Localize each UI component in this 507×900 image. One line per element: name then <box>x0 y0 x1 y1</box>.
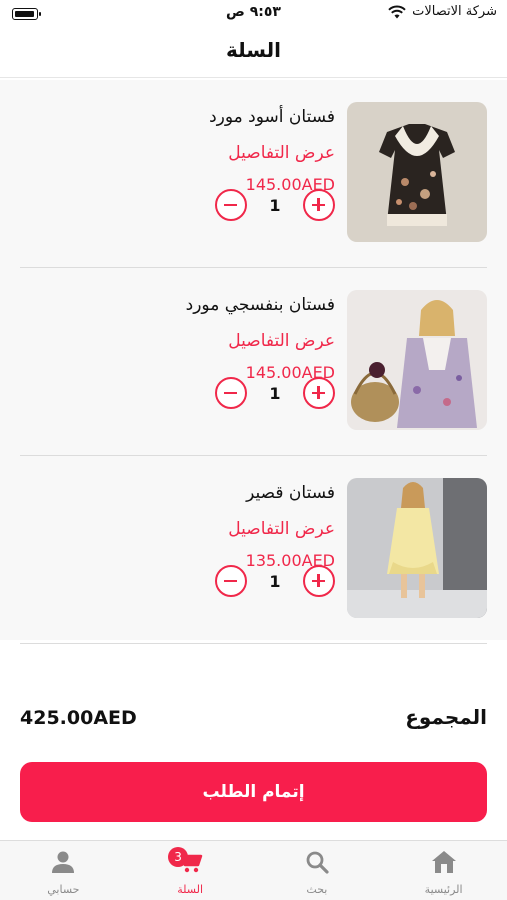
increase-quantity-button[interactable] <box>303 189 335 221</box>
order-total: المجموع 425.00AED <box>20 705 487 737</box>
total-label: المجموع <box>405 705 487 729</box>
wifi-icon <box>388 5 406 18</box>
tab-home[interactable]: الرئيسية <box>380 841 507 900</box>
decrease-quantity-button[interactable] <box>215 565 247 597</box>
item-name: فستان بنفسجي مورد <box>185 295 335 315</box>
minus-icon <box>224 391 237 394</box>
view-details-link[interactable]: عرض التفاصيل <box>35 330 335 352</box>
total-value: 425.00AED <box>20 707 137 729</box>
item-name: فستان أسود مورد <box>209 107 335 127</box>
item-info: فستان بنفسجي مورد عرض التفاصيل 145.00AED <box>35 294 335 384</box>
tab-cart[interactable]: 3 السلة <box>127 841 254 900</box>
quantity-stepper: 1 <box>215 564 335 598</box>
quantity-value: 1 <box>269 195 281 215</box>
minus-icon <box>224 579 237 582</box>
quantity-stepper: 1 <box>215 376 335 410</box>
cart-count-badge: 3 <box>168 847 189 867</box>
increase-quantity-button[interactable] <box>303 565 335 597</box>
quantity-value: 1 <box>269 383 281 403</box>
cart-item: فستان قصير عرض التفاصيل 135.00AED 1 <box>20 456 487 644</box>
tab-label: الرئيسية <box>424 883 463 896</box>
item-info: فستان قصير عرض التفاصيل 135.00AED <box>35 482 335 572</box>
tab-label: حسابي <box>47 883 80 896</box>
app-header: السلة <box>0 30 507 78</box>
quantity-stepper: 1 <box>215 188 335 222</box>
tab-account[interactable]: حسابي <box>0 841 127 900</box>
status-bar: ٩:٥٣ ص شركة الاتصالات <box>0 0 507 30</box>
cart-list[interactable]: فستان أسود مورد عرض التفاصيل 145.00AED 1 <box>0 80 507 644</box>
item-info: فستان أسود مورد عرض التفاصيل 145.00AED <box>35 106 335 196</box>
checkout-button[interactable]: إتمام الطلب <box>20 762 487 822</box>
tab-bar: حسابي 3 السلة بحث الرئيسية <box>0 840 507 900</box>
item-name: فستان قصير <box>246 483 335 503</box>
quantity-value: 1 <box>269 571 281 591</box>
search-icon <box>306 851 329 874</box>
status-carrier: شركة الاتصالات <box>388 4 497 19</box>
user-icon <box>52 851 75 873</box>
product-image[interactable] <box>347 102 487 242</box>
view-details-link[interactable]: عرض التفاصيل <box>35 518 335 540</box>
home-icon <box>431 851 456 873</box>
tab-search[interactable]: بحث <box>254 841 381 900</box>
page-title: السلة <box>225 38 281 62</box>
view-details-link[interactable]: عرض التفاصيل <box>35 142 335 164</box>
tab-label: السلة <box>177 883 203 896</box>
minus-icon <box>224 203 237 206</box>
decrease-quantity-button[interactable] <box>215 189 247 221</box>
decrease-quantity-button[interactable] <box>215 377 247 409</box>
product-image[interactable] <box>347 478 487 618</box>
tab-label: بحث <box>306 883 328 896</box>
carrier-name: شركة الاتصالات <box>412 4 497 19</box>
cart-item: فستان أسود مورد عرض التفاصيل 145.00AED 1 <box>20 80 487 268</box>
product-image[interactable] <box>347 290 487 430</box>
increase-quantity-button[interactable] <box>303 377 335 409</box>
cart-item: فستان بنفسجي مورد عرض التفاصيل 145.00AED… <box>20 268 487 456</box>
